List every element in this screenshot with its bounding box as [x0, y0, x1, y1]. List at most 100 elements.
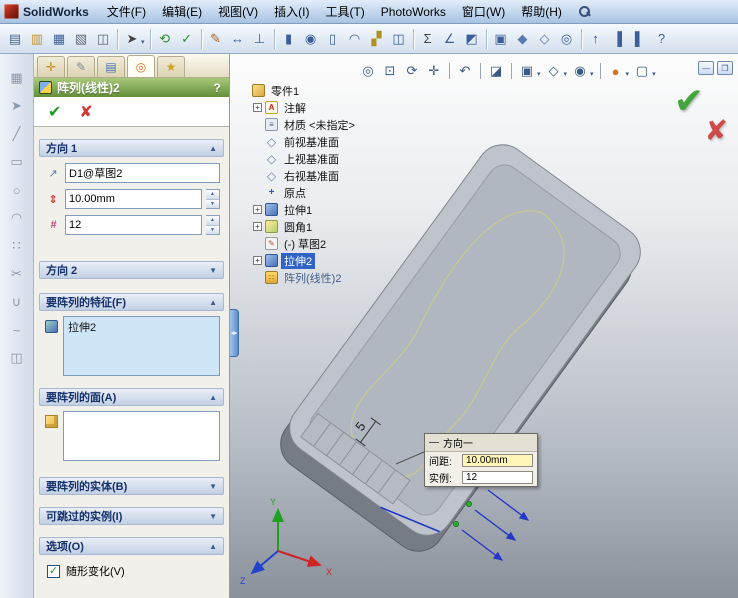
linear-pattern-icon[interactable]: ▞ — [366, 28, 388, 50]
panel-splitter-handle[interactable]: ◂▸ — [230, 309, 239, 357]
section-properties-icon[interactable]: ◩ — [461, 28, 483, 50]
line-tool-icon[interactable]: ╱ — [5, 122, 29, 146]
cancel-button[interactable]: ✘ — [79, 102, 92, 122]
section-header-faces[interactable]: 要阵列的面(A) ▲ — [39, 388, 224, 406]
mirror-icon[interactable]: ◫ — [388, 28, 410, 50]
menu-file[interactable]: 文件(F) — [99, 0, 154, 23]
tree-item[interactable]: 上视基准面 — [240, 150, 358, 167]
search-icon[interactable] — [578, 5, 591, 18]
pan-icon[interactable]: ✛ — [424, 61, 444, 81]
rebuild-icon[interactable]: ⟲ — [154, 28, 176, 50]
select-arrow-icon[interactable]: ➤ — [121, 28, 143, 50]
menu-window[interactable]: 窗口(W) — [454, 0, 513, 23]
tab-dimxpertmanager[interactable]: ◎ — [127, 55, 155, 77]
previous-view-icon[interactable]: ↶ — [455, 61, 475, 81]
circle-tool-icon[interactable]: ○ — [5, 178, 29, 202]
section-header-bodies[interactable]: 要阵列的实体(B) ▼ — [39, 477, 224, 495]
measure-icon[interactable]: ∠ — [439, 28, 461, 50]
point-pattern-icon[interactable]: ∷ — [5, 234, 29, 258]
trim-tool-icon[interactable]: ✂ — [5, 262, 29, 286]
dropdown-caret-icon[interactable]: ▾ — [652, 70, 656, 78]
tab-custom-properties[interactable]: ✎ — [67, 56, 95, 77]
expander-plus-icon[interactable]: + — [253, 205, 262, 214]
spin-up-button[interactable]: ▲ — [206, 216, 219, 226]
edit-appearance-icon[interactable]: ● — [606, 61, 626, 81]
arc-tool-icon[interactable]: ◠ — [5, 206, 29, 230]
spin-up-button[interactable]: ▲ — [206, 190, 219, 200]
dropdown-caret-icon[interactable]: ▾ — [590, 70, 594, 78]
equations-icon[interactable]: Σ — [417, 28, 439, 50]
section-header-features[interactable]: 要阵列的特征(F) ▲ — [39, 293, 224, 311]
tree-item[interactable]: 阵列(线性)2 — [240, 269, 358, 286]
new-document-icon[interactable]: ▤ — [4, 28, 26, 50]
dropdown-caret-icon[interactable]: ▾ — [564, 70, 568, 78]
spline-tool-icon[interactable]: ~ — [5, 318, 29, 342]
zoom-fit-icon[interactable]: ◎ — [358, 61, 378, 81]
save-icon[interactable]: ▦ — [48, 28, 70, 50]
tree-item[interactable]: + 注解 — [240, 99, 358, 116]
section-header-skip-instances[interactable]: 可跳过的实例(I) ▼ — [39, 507, 224, 525]
panel-toggle-icon[interactable]: ▌ — [629, 28, 651, 50]
tree-item[interactable]: 原点 — [240, 184, 358, 201]
sketch-grid-icon[interactable]: ▦ — [5, 66, 29, 90]
hook-tool-icon[interactable]: ∪ — [5, 290, 29, 314]
spin-down-button[interactable]: ▼ — [206, 225, 219, 234]
expander-plus-icon[interactable]: + — [253, 222, 262, 231]
help-button[interactable]: ? — [210, 81, 224, 95]
minimize-button[interactable]: — — [698, 61, 714, 75]
view-orientation-icon[interactable]: ▣ — [490, 28, 512, 50]
apply-scene-icon[interactable]: ▢ — [632, 61, 652, 81]
callout-spacing-value[interactable]: 10.00mm — [462, 454, 533, 467]
zoom-tool-icon[interactable]: ◎ — [556, 28, 578, 50]
callout-instances-value[interactable]: 12 — [462, 471, 533, 484]
select-tool-icon[interactable]: ➤ — [5, 94, 29, 118]
section-view-icon[interactable]: ◪ — [486, 61, 506, 81]
arrow-up-icon[interactable]: ↑ — [585, 28, 607, 50]
print-preview-icon[interactable]: ◫ — [92, 28, 114, 50]
menu-tools[interactable]: 工具(T) — [317, 0, 372, 23]
extrude-cut-icon[interactable]: ▯ — [322, 28, 344, 50]
confirm-cancel-icon[interactable]: ✘ — [705, 114, 728, 147]
dropdown-caret-icon[interactable]: ▾ — [626, 70, 630, 78]
menu-help[interactable]: 帮助(H) — [513, 0, 570, 23]
vary-sketch-checkbox[interactable]: ✓ — [47, 564, 60, 578]
wireframe-view-icon[interactable]: ◇ — [534, 28, 556, 50]
expander-plus-icon[interactable]: + — [253, 103, 262, 112]
tree-item[interactable]: 零件1 — [240, 82, 358, 99]
menu-photoworks[interactable]: PhotoWorks — [373, 2, 454, 22]
instance-count-input[interactable] — [65, 215, 202, 235]
tab-propertymanager[interactable]: ✛ — [37, 56, 65, 77]
faces-to-pattern-list[interactable] — [63, 411, 220, 461]
tab-displaymanager[interactable]: ★ — [157, 56, 185, 77]
expander-plus-icon[interactable]: + — [253, 256, 262, 265]
tree-item[interactable]: + 拉伸2 — [240, 252, 358, 269]
revolve-icon[interactable]: ◉ — [300, 28, 322, 50]
section-header-direction1[interactable]: 方向 1 ▲ — [39, 139, 224, 157]
sketch-icon[interactable]: ✎ — [205, 28, 227, 50]
spell-check-icon[interactable]: ✓ — [176, 28, 198, 50]
tree-item[interactable]: 右视基准面 — [240, 167, 358, 184]
open-document-icon[interactable]: ▥ — [26, 28, 48, 50]
view-orientation-hud-icon[interactable]: ▣ — [517, 61, 537, 81]
fillet-icon[interactable]: ◠ — [344, 28, 366, 50]
smart-dimension-icon[interactable]: ↔ — [227, 28, 249, 50]
section-header-direction2[interactable]: 方向 2 ▼ — [39, 261, 224, 279]
hide-show-items-icon[interactable]: ◉ — [570, 61, 590, 81]
tree-item[interactable]: 前视基准面 — [240, 133, 358, 150]
mirror-entities-icon[interactable]: ◫ — [5, 346, 29, 370]
spin-down-button[interactable]: ▼ — [206, 199, 219, 208]
tree-item[interactable]: 材质 <未指定> — [240, 116, 358, 133]
menu-edit[interactable]: 编辑(E) — [154, 0, 210, 23]
graphics-area[interactable]: 5 Y X Z ◎ ⊡ ⟳ ✛ ↶ ◪ ▣ ▾ ◇ ▾ ◉ ▾ ● ▾ ▢ ▾ … — [230, 54, 738, 598]
rotate-view-icon[interactable]: ⟳ — [402, 61, 422, 81]
task-pane-icon[interactable]: ▐ — [607, 28, 629, 50]
confirm-ok-icon[interactable]: ✔ — [674, 80, 704, 122]
tree-item[interactable]: + 拉伸1 — [240, 201, 358, 218]
list-item[interactable]: 拉伸2 — [68, 319, 215, 335]
display-style-icon[interactable]: ◇ — [544, 61, 564, 81]
dropdown-caret-icon[interactable]: ▾ — [141, 38, 145, 46]
app-help-icon[interactable]: ? — [651, 28, 673, 50]
ok-button[interactable]: ✔ — [48, 102, 61, 122]
extrude-boss-icon[interactable]: ▮ — [278, 28, 300, 50]
tab-configurationmanager[interactable]: ▤ — [97, 56, 125, 77]
